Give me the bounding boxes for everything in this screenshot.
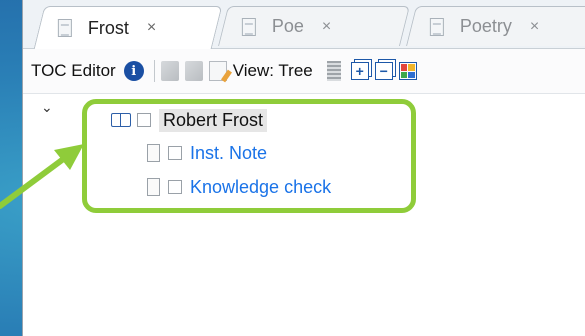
document-icon (241, 17, 256, 36)
add-subitem-icon[interactable] (184, 61, 203, 81)
tab-poe[interactable]: Poe × (218, 6, 410, 46)
toc-editor-window: Frost × Poe × Poetry × TOC Editor i View… (22, 0, 585, 336)
chevron-down-icon[interactable]: ⌄ (41, 99, 53, 116)
add-item-icon[interactable] (160, 61, 179, 81)
tab-poetry[interactable]: Poetry × (406, 6, 585, 46)
document-list-icon[interactable] (326, 61, 341, 81)
book-icon (111, 113, 131, 127)
page-icon (147, 144, 160, 162)
tree-root-label: Robert Frost (159, 108, 268, 132)
close-icon[interactable]: × (530, 18, 539, 36)
close-icon[interactable]: × (322, 18, 331, 36)
child-checkbox[interactable] (168, 146, 182, 160)
child-checkbox[interactable] (168, 180, 182, 194)
view-mode-button[interactable]: View: Tree (233, 61, 313, 81)
toolbar: TOC Editor i View: Tree + − (23, 48, 585, 94)
toolbar-separator (153, 60, 155, 82)
edit-icon[interactable] (208, 61, 227, 81)
document-icon (57, 19, 72, 37)
root-checkbox[interactable] (137, 113, 151, 127)
info-icon[interactable]: i (123, 61, 144, 81)
tree-child-row[interactable]: Knowledge check (147, 174, 331, 200)
collapse-all-icon[interactable]: − (374, 62, 393, 80)
tree-child-label[interactable]: Knowledge check (190, 177, 331, 198)
tab-label: Poetry (459, 16, 512, 36)
document-icon (429, 17, 444, 36)
tree-child-label[interactable]: Inst. Note (190, 143, 267, 164)
tab-bar: Frost × Poe × Poetry × (23, 0, 585, 49)
tab-label: Frost (87, 17, 129, 38)
tab-label: Poe (271, 16, 304, 36)
page-icon (147, 178, 160, 196)
toc-tree: ⌄ Robert Frost Inst. Note Knowledge chec… (23, 95, 585, 336)
tree-root-row[interactable]: Robert Frost (111, 107, 268, 133)
tree-child-row[interactable]: Inst. Note (147, 140, 267, 166)
color-grid-icon[interactable] (398, 62, 417, 80)
expand-all-icon[interactable]: + (350, 62, 369, 80)
toolbar-title: TOC Editor (31, 61, 116, 80)
tab-frost[interactable]: Frost × (33, 6, 223, 49)
close-icon[interactable]: × (147, 19, 156, 37)
